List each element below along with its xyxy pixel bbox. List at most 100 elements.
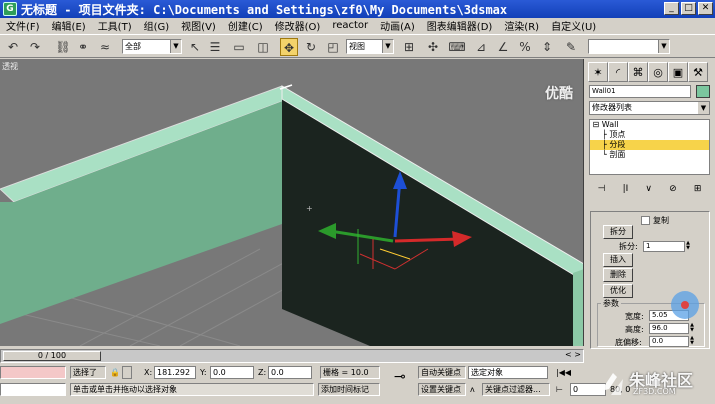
stack-item-vertex[interactable]: ├ 顶点: [590, 130, 709, 140]
select-and-manipulate-icon[interactable]: ✣: [424, 38, 442, 56]
spinner-snap-icon[interactable]: ⇕: [538, 38, 556, 56]
menu-modifiers[interactable]: 修改器(O): [269, 18, 327, 33]
named-selection-sets-icon[interactable]: ✎: [562, 38, 580, 56]
modifier-list-label: 修改器列表: [592, 103, 632, 112]
copy-checkbox[interactable]: [641, 216, 650, 225]
stack-item-profile[interactable]: └ 剖面: [590, 150, 709, 160]
stack-item-label: 剖面: [609, 150, 626, 159]
selection-filter-dropdown[interactable]: 全部 ▼: [122, 39, 182, 54]
reference-coordinate-dropdown[interactable]: 视图 ▼: [346, 39, 394, 54]
height-value: 96.0: [652, 324, 668, 332]
select-and-rotate-icon[interactable]: ↻: [302, 38, 320, 56]
selection-filter-value: 全部: [125, 42, 141, 51]
configure-modifier-sets-icon[interactable]: ⊞: [694, 184, 702, 200]
menu-group[interactable]: 组(G): [138, 18, 176, 33]
bind-to-space-warp-icon[interactable]: ≈: [96, 38, 114, 56]
perspective-viewport[interactable]: + 透视 优酷: [0, 59, 584, 346]
key-icon[interactable]: ⊸: [394, 370, 406, 384]
spinner-arrows-icon[interactable]: ▲ ▼: [689, 323, 695, 334]
remove-modifier-icon[interactable]: ⊘: [669, 184, 677, 200]
z-coordinate-field[interactable]: 0.0: [268, 366, 312, 379]
key-mode-toggle-icon[interactable]: ⊢: [556, 383, 563, 396]
key-filters-button[interactable]: 关键点过滤器...: [482, 383, 550, 396]
menu-tools[interactable]: 工具(T): [92, 18, 138, 33]
modifier-list-dropdown[interactable]: 修改器列表 ▼: [589, 101, 710, 115]
menu-create[interactable]: 创建(C): [222, 18, 269, 33]
menu-customize[interactable]: 自定义(U): [545, 18, 602, 33]
close-button[interactable]: ✕: [698, 2, 713, 15]
window-title: 无标题 - 项目文件夹: C:\Documents and Settings\z…: [21, 2, 508, 17]
undo-icon[interactable]: ↶: [4, 38, 22, 56]
named-selection-sets-dropdown[interactable]: ▼: [588, 39, 670, 54]
unlink-icon[interactable]: ⚭: [74, 38, 92, 56]
time-slider[interactable]: 0 / 100 < >: [0, 349, 584, 363]
select-and-move-icon[interactable]: ✥: [280, 38, 298, 56]
create-tab-icon[interactable]: ✶: [588, 62, 608, 82]
stack-toolbar: ⊣ |I ∨ ⊘ ⊞: [589, 184, 710, 200]
menu-reactor[interactable]: reactor: [326, 20, 374, 31]
make-unique-icon[interactable]: ∨: [645, 184, 652, 200]
divide-spinner[interactable]: 1 ▲ ▼: [643, 241, 690, 252]
viewport-label[interactable]: 透视: [2, 61, 18, 72]
select-and-scale-icon[interactable]: ◰: [324, 38, 342, 56]
bottom-panel: 0 / 100 < > 选择了 🔒 X: 181.292 Y: 0.0 Z: 0…: [0, 349, 715, 404]
bottom-offset-label: 底偏移:: [615, 338, 642, 347]
redo-icon[interactable]: ↷: [26, 38, 44, 56]
time-slider-thumb[interactable]: 0 / 100: [3, 351, 101, 361]
menu-graph-editors[interactable]: 图表编辑器(D): [421, 18, 499, 33]
menu-animation[interactable]: 动画(A): [374, 18, 421, 33]
chevron-down-icon: ▼: [698, 102, 709, 114]
y-coordinate-field[interactable]: 0.0: [210, 366, 254, 379]
copy-label: 复制: [653, 216, 669, 225]
menu-edit[interactable]: 编辑(E): [46, 18, 92, 33]
auto-key-mode-dropdown[interactable]: 选定对象: [468, 366, 548, 379]
select-and-link-icon[interactable]: ⛓: [54, 38, 72, 56]
auto-key-button[interactable]: 自动关键点: [418, 366, 466, 379]
time-slider-arrows-icon[interactable]: < >: [565, 350, 581, 359]
spinner-arrows-icon[interactable]: ▲ ▼: [689, 336, 695, 347]
absolute-mode-icon[interactable]: [122, 366, 132, 379]
lock-selection-icon[interactable]: 🔒: [110, 366, 120, 379]
insert-button[interactable]: 插入: [603, 253, 633, 267]
break-button[interactable]: 拆分: [603, 225, 633, 239]
chevron-down-icon: ▼: [170, 40, 181, 53]
3dsmax-app-icon[interactable]: G: [3, 2, 17, 16]
select-by-name-icon[interactable]: ☰: [206, 38, 224, 56]
select-object-icon[interactable]: ↖: [186, 38, 204, 56]
menu-views[interactable]: 视图(V): [175, 18, 222, 33]
window-crossing-icon[interactable]: ◫: [254, 38, 272, 56]
key-filters-icon[interactable]: ʌ: [470, 383, 475, 396]
stack-root[interactable]: ⊟ Wall: [590, 120, 709, 130]
stack-item-segment[interactable]: ├ 分段: [590, 140, 709, 150]
maximize-button[interactable]: □: [681, 2, 696, 15]
menu-file[interactable]: 文件(F): [0, 18, 46, 33]
snaps-toggle-icon[interactable]: ⊿: [472, 38, 490, 56]
delete-button[interactable]: 删除: [603, 268, 633, 282]
spinner-arrows-icon[interactable]: ▲ ▼: [685, 241, 691, 252]
motion-tab-icon[interactable]: ◎: [648, 62, 668, 82]
refine-button[interactable]: 优化: [603, 284, 633, 298]
show-end-result-icon[interactable]: |I: [623, 184, 629, 200]
utilities-tab-icon[interactable]: ⚒: [688, 62, 708, 82]
menu-rendering[interactable]: 渲染(R): [498, 18, 545, 33]
x-coordinate-field[interactable]: 181.292: [154, 366, 196, 379]
pin-stack-icon[interactable]: ⊣: [598, 184, 606, 200]
go-to-start-icon[interactable]: |◀◀: [556, 366, 571, 379]
minimize-button[interactable]: _: [664, 2, 679, 15]
bottom-offset-spinner[interactable]: 0.0 ▲ ▼: [649, 336, 694, 347]
modify-tab-icon[interactable]: ◜: [608, 62, 628, 82]
object-color-swatch[interactable]: [696, 85, 710, 98]
keyboard-shortcut-override-icon[interactable]: ⌨: [448, 38, 466, 56]
add-time-tag[interactable]: 添加时间标记: [318, 383, 380, 396]
pivot-center-icon[interactable]: ⊞: [400, 38, 418, 56]
maxscript-listener[interactable]: [0, 366, 66, 379]
set-key-button[interactable]: 设置关键点: [418, 383, 466, 396]
object-name-field[interactable]: Wall01: [589, 85, 691, 98]
height-spinner[interactable]: 96.0 ▲ ▼: [649, 323, 694, 334]
percent-snap-icon[interactable]: %: [516, 38, 534, 56]
rectangular-selection-icon[interactable]: ▭: [230, 38, 248, 56]
hierarchy-tab-icon[interactable]: ⌘: [628, 62, 648, 82]
maxscript-mini-listener[interactable]: [0, 383, 66, 396]
angle-snap-icon[interactable]: ∠: [494, 38, 512, 56]
display-tab-icon[interactable]: ▣: [668, 62, 688, 82]
